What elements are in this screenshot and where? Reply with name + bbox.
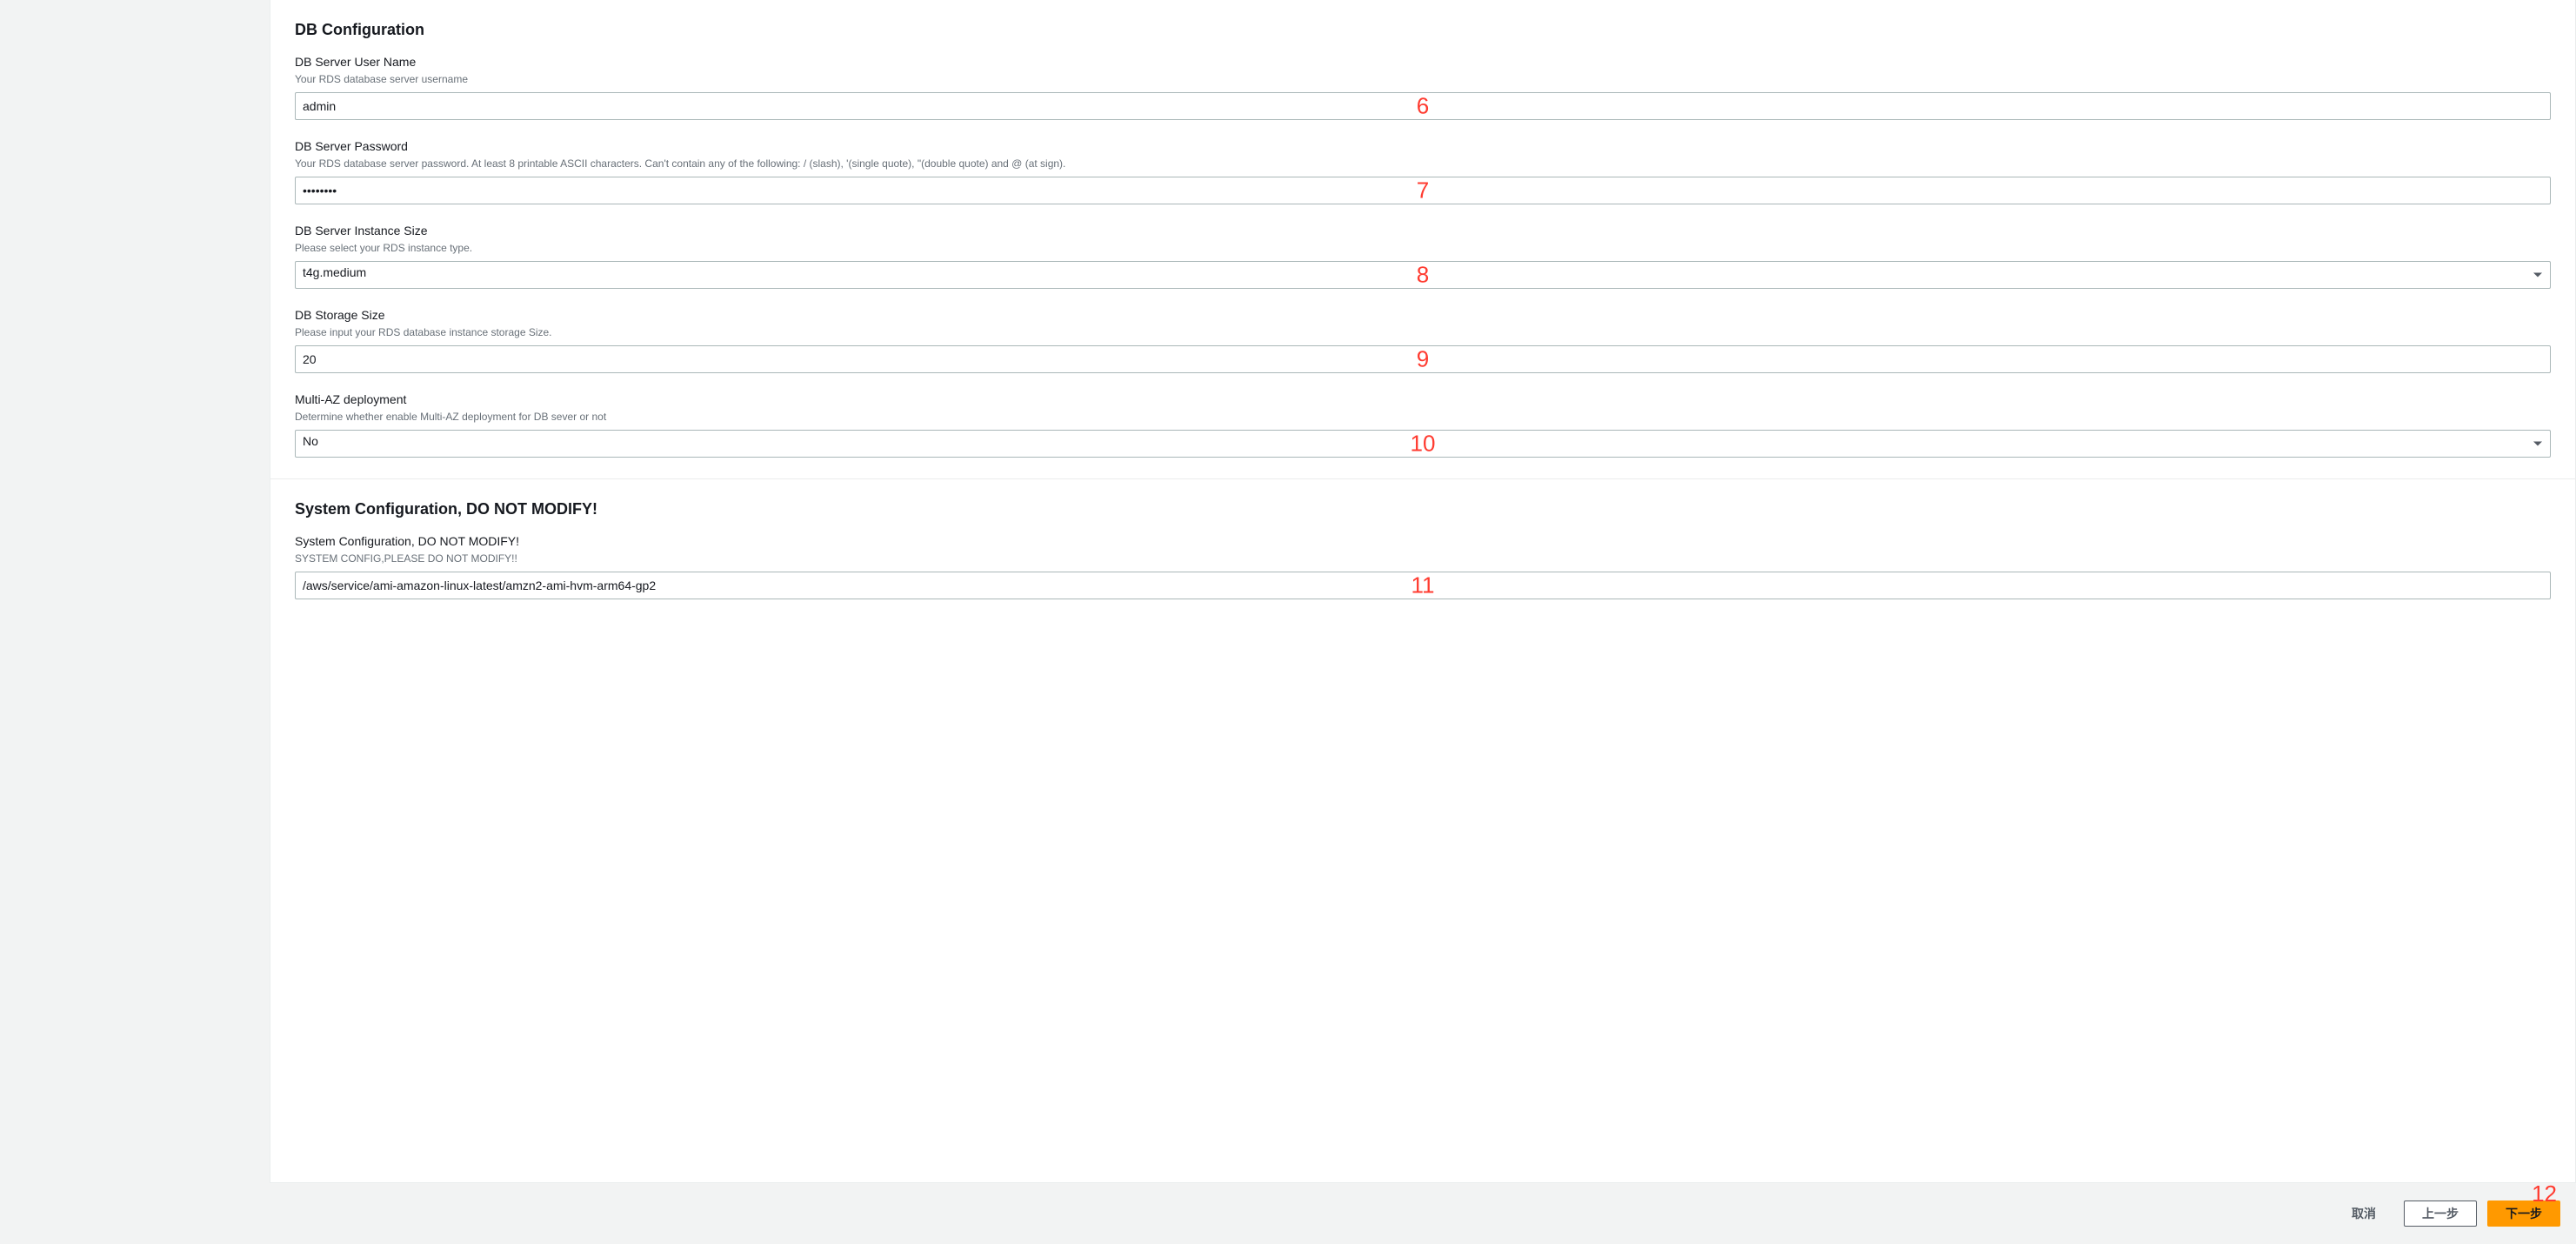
db-password-input[interactable]: [295, 177, 2551, 204]
db-username-input[interactable]: [295, 92, 2551, 120]
db-instance-size-select[interactable]: t4g.medium: [295, 261, 2551, 289]
db-username-description: Your RDS database server username: [295, 71, 2551, 87]
system-config-input[interactable]: [295, 572, 2551, 599]
db-password-label: DB Server Password: [295, 139, 2551, 153]
db-storage-size-field: DB Storage Size Please input your RDS da…: [295, 308, 2551, 373]
db-username-field: DB Server User Name Your RDS database se…: [295, 55, 2551, 120]
db-storage-size-input[interactable]: [295, 345, 2551, 373]
db-instance-size-field: DB Server Instance Size Please select yo…: [295, 224, 2551, 289]
db-multi-az-field: Multi-AZ deployment Determine whether en…: [295, 392, 2551, 458]
db-storage-size-description: Please input your RDS database instance …: [295, 324, 2551, 340]
system-config-title: System Configuration, DO NOT MODIFY!: [295, 497, 2551, 518]
db-storage-size-label: DB Storage Size: [295, 308, 2551, 322]
db-multi-az-label: Multi-AZ deployment: [295, 392, 2551, 406]
db-multi-az-description: Determine whether enable Multi-AZ deploy…: [295, 409, 2551, 425]
previous-button[interactable]: 上一步: [2404, 1201, 2477, 1227]
db-multi-az-select[interactable]: No: [295, 430, 2551, 458]
sidebar-spacer: [0, 0, 270, 1244]
db-password-field: DB Server Password Your RDS database ser…: [295, 139, 2551, 204]
content-panel: DB Configuration DB Server User Name You…: [270, 0, 2576, 1183]
db-instance-size-description: Please select your RDS instance type.: [295, 240, 2551, 256]
footer-bar: 12 取消 上一步 下一步: [270, 1183, 2576, 1244]
system-config-field: System Configuration, DO NOT MODIFY! SYS…: [295, 534, 2551, 599]
system-config-label: System Configuration, DO NOT MODIFY!: [295, 534, 2551, 548]
section-divider: [270, 478, 2575, 479]
db-username-label: DB Server User Name: [295, 55, 2551, 69]
system-config-description: SYSTEM CONFIG,PLEASE DO NOT MODIFY!!: [295, 551, 2551, 566]
next-button[interactable]: 下一步: [2487, 1201, 2560, 1227]
db-password-description: Your RDS database server password. At le…: [295, 156, 2551, 171]
db-config-title: DB Configuration: [295, 17, 2551, 39]
db-instance-size-label: DB Server Instance Size: [295, 224, 2551, 237]
cancel-button[interactable]: 取消: [2334, 1201, 2393, 1227]
